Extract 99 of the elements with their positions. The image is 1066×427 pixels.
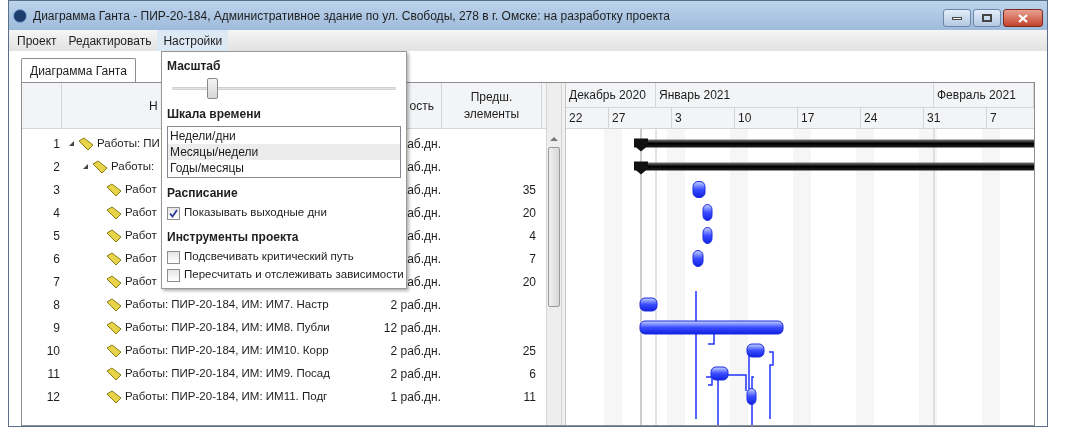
day-label: 24 xyxy=(861,108,924,128)
task-name: Работ xyxy=(125,181,157,197)
menu-item[interactable]: Настройки xyxy=(157,30,229,51)
task-predecessors: 25 xyxy=(521,342,537,360)
task-name: Работ xyxy=(125,204,157,220)
folder-icon xyxy=(106,251,122,266)
month-label: Январь 2021 xyxy=(656,83,934,107)
row-number: 1 xyxy=(52,135,61,153)
checkbox-label[interactable]: Пересчитать и отслеживать зависимости xyxy=(184,266,404,284)
collapse-caret-icon[interactable] xyxy=(82,163,89,170)
month-label: Февраль 2021 xyxy=(934,83,1034,107)
day-label: 27 xyxy=(609,108,672,128)
folder-icon xyxy=(106,320,122,335)
folder-icon xyxy=(92,159,108,174)
row-number: 7 xyxy=(52,273,61,291)
section-title: Масштаб xyxy=(167,58,222,75)
list-item[interactable]: Годы/месяцы xyxy=(168,160,400,176)
task-name: Работ xyxy=(125,273,157,289)
task-duration: 1 раб.дн. xyxy=(390,388,441,406)
day-label: 17 xyxy=(798,108,861,128)
close-button[interactable] xyxy=(1003,9,1043,27)
task-duration: 2 раб.дн. xyxy=(390,342,441,360)
column-header[interactable]: Н xyxy=(149,96,158,115)
list-item[interactable]: Недели/дни xyxy=(168,128,400,144)
slider-thumb[interactable] xyxy=(207,78,219,99)
task-name: Работы: ПИР-20-184, ИМ: ИМ8. Публи xyxy=(125,319,330,335)
close-icon xyxy=(1018,13,1028,23)
checkbox[interactable] xyxy=(167,206,180,220)
task-name: Работы: ПИР-20-184, ИМ: ИМ9. Посад xyxy=(125,365,330,381)
task-duration: аб.дн. xyxy=(407,135,441,153)
menu-item[interactable]: Проект xyxy=(11,30,63,51)
section-title: Шкала времени xyxy=(167,106,262,123)
task-duration: аб.дн. xyxy=(407,181,441,199)
task-name: Работы: ПИР-20-184, ИМ: ИМ11. Подг xyxy=(125,388,328,404)
collapse-caret-icon[interactable] xyxy=(68,140,75,147)
task-predecessors: 20 xyxy=(521,204,537,222)
task-predecessors: 6 xyxy=(528,365,537,383)
folder-icon xyxy=(106,297,122,312)
day-label: 31 xyxy=(924,108,987,128)
task-duration: аб.дн. xyxy=(407,250,441,268)
section-title: Расписание xyxy=(167,185,239,202)
day-label: 10 xyxy=(735,108,798,128)
task-name: Работы: ПИР-20-184, ИМ: ИМ10. Корр xyxy=(125,342,329,358)
maximize-button[interactable] xyxy=(973,9,1001,27)
column-header[interactable]: Предш. элементы xyxy=(442,88,541,123)
task-name: Работы: ПИ xyxy=(97,135,160,151)
checkbox[interactable] xyxy=(167,250,180,264)
folder-icon xyxy=(106,389,122,404)
row-number: 9 xyxy=(52,319,61,337)
task-duration: 12 раб.дн. xyxy=(383,319,441,337)
folder-icon xyxy=(106,205,122,220)
row-number: 3 xyxy=(52,181,61,199)
task-name: Работы: xyxy=(111,158,155,174)
minimize-button[interactable] xyxy=(943,9,971,27)
scrollbar-thumb[interactable] xyxy=(548,147,560,307)
row-number: 8 xyxy=(52,296,61,314)
task-duration: аб.дн. xyxy=(407,227,441,245)
zoom-slider[interactable] xyxy=(172,77,396,99)
checkbox[interactable] xyxy=(167,268,180,282)
task-duration: аб.дн. xyxy=(407,204,441,222)
column-header[interactable]: ость xyxy=(409,96,434,115)
month-label: Декабрь 2020 xyxy=(566,83,656,107)
folder-icon xyxy=(106,274,122,289)
folder-icon xyxy=(106,228,122,243)
task-predecessors: 4 xyxy=(528,227,537,245)
task-duration: 2 раб.дн. xyxy=(390,296,441,314)
day-label: 7 xyxy=(987,108,1034,128)
task-name: Работ xyxy=(125,227,157,243)
list-item[interactable]: Месяцы/недели xyxy=(168,144,400,160)
row-number: 6 xyxy=(52,250,61,268)
app-logo-icon xyxy=(13,8,27,23)
section-title: Инструменты проекта xyxy=(167,229,300,246)
row-number: 5 xyxy=(52,227,61,245)
task-predecessors: 35 xyxy=(521,181,537,199)
checkbox-label[interactable]: Показывать выходные дни xyxy=(184,204,327,222)
tab[interactable]: Диаграмма Ганта xyxy=(21,58,136,82)
task-predecessors: 7 xyxy=(528,250,537,268)
checkbox-label[interactable]: Подсвечивать критический путь xyxy=(184,248,354,266)
row-number: 11 xyxy=(46,365,61,383)
row-number: 2 xyxy=(52,158,61,176)
task-name: Работ xyxy=(125,250,157,266)
scroll-up-arrow-icon[interactable] xyxy=(550,137,558,141)
task-duration: 2 раб.дн. xyxy=(390,365,441,383)
folder-icon xyxy=(106,366,122,381)
menu-item[interactable]: Редактировать xyxy=(62,30,158,51)
day-label: 3 xyxy=(672,108,735,128)
window-title: Диаграмма Ганта - ПИР-20-184, Административное здание по ул. Свободы, 278 в г. Омске: на разработку проекта xyxy=(33,7,670,25)
task-name: Работы: ПИР-20-184, ИМ: ИМ7. Настр xyxy=(125,296,329,312)
task-duration: аб.дн. xyxy=(407,158,441,176)
task-predecessors: 11 xyxy=(522,388,537,406)
folder-icon xyxy=(106,182,122,197)
day-label: 22 xyxy=(566,108,609,128)
row-number: 4 xyxy=(52,204,61,222)
task-predecessors: 20 xyxy=(521,273,537,291)
folder-icon xyxy=(78,136,94,151)
row-number: 12 xyxy=(45,388,61,406)
row-number: 10 xyxy=(45,342,61,360)
folder-icon xyxy=(106,343,122,358)
task-duration: аб.дн. xyxy=(407,273,441,291)
